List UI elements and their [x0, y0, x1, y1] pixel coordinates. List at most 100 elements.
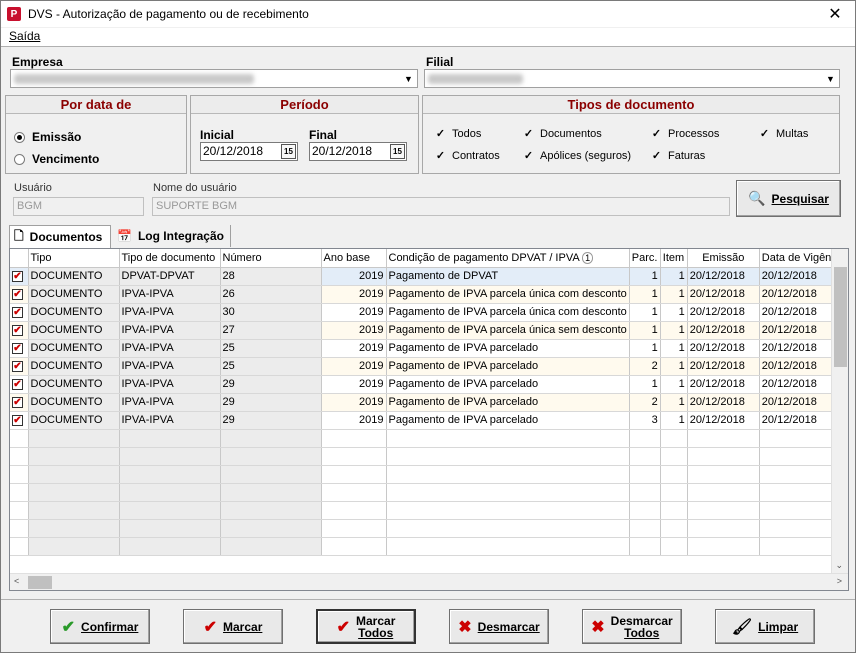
- row-checkbox-cell[interactable]: ✔: [10, 321, 29, 340]
- marcar-button[interactable]: ✔ Marcar: [183, 609, 283, 644]
- table-row[interactable]: ✔ DOCUMENTO IPVA-IPVA 27 2019 Pagamento de IP…: [10, 321, 835, 340]
- cell-condicao: Pagamento de IPVA parcelado: [386, 375, 630, 394]
- empty-cell: [119, 537, 221, 556]
- row-checkbox[interactable]: ✔: [12, 379, 23, 390]
- divider: [1, 599, 855, 600]
- tab-documentos-label: Documentos: [29, 230, 103, 244]
- row-checkbox[interactable]: ✔: [12, 271, 23, 282]
- empty-cell: [386, 537, 630, 556]
- tab-log-integracao[interactable]: 📅 Log Integração: [113, 225, 231, 247]
- row-checkbox[interactable]: ✔: [12, 361, 23, 372]
- table-row[interactable]: ✔ DOCUMENTO DPVAT-DPVAT 28 2019 Pagamento de …: [10, 267, 835, 286]
- col-numero[interactable]: Número: [220, 249, 322, 268]
- table-row[interactable]: ✔ DOCUMENTO IPVA-IPVA 25 2019 Pagamento de IP…: [10, 339, 835, 358]
- cell-numero: 25: [220, 357, 322, 376]
- check-icon: ✔: [203, 618, 218, 636]
- col-data-vigencia[interactable]: Data de Vigên: [759, 249, 835, 268]
- row-checkbox[interactable]: ✔: [12, 343, 23, 354]
- calendar-icon[interactable]: 15: [390, 144, 405, 159]
- final-date-input[interactable]: 20/12/2018 15: [309, 142, 407, 161]
- filial-select[interactable]: ▼: [424, 69, 840, 88]
- empty-cell: [119, 501, 221, 520]
- radio-emissao[interactable]: Emissão: [14, 130, 81, 144]
- empty-cell: [220, 483, 322, 502]
- vertical-scrollbar[interactable]: [831, 249, 848, 573]
- horizontal-scrollbar[interactable]: < >: [10, 573, 848, 590]
- calendar-icon[interactable]: 15: [281, 144, 296, 159]
- scroll-thumb[interactable]: [834, 267, 847, 367]
- pesquisar-button[interactable]: 🔍 Pesquisar: [736, 180, 841, 217]
- row-checkbox-cell[interactable]: ✔: [10, 411, 29, 430]
- documents-grid[interactable]: Tipo Tipo de documento Número Ano base C…: [9, 248, 849, 591]
- cell-parc: 1: [629, 303, 661, 322]
- row-checkbox-cell[interactable]: ✔: [10, 285, 29, 304]
- table-row[interactable]: ✔ DOCUMENTO IPVA-IPVA 29 2019 Pagamento de IP…: [10, 393, 835, 412]
- cell-data-vigencia: 20/12/2018: [759, 357, 835, 376]
- table-row[interactable]: ✔ DOCUMENTO IPVA-IPVA 25 2019 Pagamento de IP…: [10, 357, 835, 376]
- row-checkbox-cell[interactable]: ✔: [10, 357, 29, 376]
- table-row[interactable]: ✔ DOCUMENTO IPVA-IPVA 30 2019 Pagamento de IP…: [10, 303, 835, 322]
- limpar-button[interactable]: 🖌 Limpar: [715, 609, 815, 644]
- confirmar-button[interactable]: ✔ Confirmar: [50, 609, 150, 644]
- row-checkbox-cell[interactable]: ✔: [10, 303, 29, 322]
- table-row[interactable]: ✔ DOCUMENTO IPVA-IPVA 26 2019 Pagamento de IP…: [10, 285, 835, 304]
- close-icon[interactable]: ✕: [825, 4, 845, 24]
- grid-header-row: Tipo Tipo de documento Número Ano base C…: [10, 249, 835, 268]
- col-tipo-documento[interactable]: Tipo de documento: [119, 249, 221, 268]
- row-checkbox-cell[interactable]: ✔: [10, 339, 29, 358]
- desmarcar-todos-button[interactable]: ✖ Desmarcar Todos: [582, 609, 682, 644]
- empty-cell: [687, 519, 760, 538]
- checkbox-apolices[interactable]: ✓ Apólices (seguros): [523, 150, 631, 162]
- checkbox-processos[interactable]: ✓ Processos: [651, 128, 719, 140]
- col-condicao[interactable]: Condição de pagamento DPVAT / IPVA 1: [386, 249, 630, 268]
- desmarcar-button[interactable]: ✖ Desmarcar: [449, 609, 549, 644]
- empty-cell: [386, 447, 630, 466]
- chevron-down-icon[interactable]: ▼: [823, 71, 838, 86]
- cell-emissao: 20/12/2018: [687, 285, 760, 304]
- row-checkbox-cell[interactable]: ✔: [10, 267, 29, 286]
- periodo-panel: Período Inicial 20/12/2018 15 Final 20/1…: [190, 95, 419, 174]
- desmarcar-todos-line2: Todos: [624, 625, 660, 640]
- empty-cell: [660, 537, 688, 556]
- checkbox-faturas[interactable]: ✓ Faturas: [651, 150, 705, 162]
- cell-tipo-documento: IPVA-IPVA: [119, 321, 221, 340]
- menu-saida[interactable]: Saída: [9, 29, 40, 43]
- chevron-down-icon[interactable]: ▼: [401, 71, 416, 86]
- tab-documentos[interactable]: 🗋 Documentos: [9, 225, 111, 248]
- marcar-todos-button[interactable]: ✔ Marcar Todos: [316, 609, 416, 644]
- empresa-select[interactable]: ▼: [10, 69, 418, 88]
- col-parc[interactable]: Parc.: [629, 249, 661, 268]
- scroll-thumb[interactable]: [28, 576, 52, 589]
- cell-emissao: 20/12/2018: [687, 357, 760, 376]
- scroll-right-icon[interactable]: >: [837, 576, 842, 586]
- checkbox-multas[interactable]: ✓ Multas: [759, 128, 809, 140]
- table-row[interactable]: ✔ DOCUMENTO IPVA-IPVA 29 2019 Pagamento de IP…: [10, 375, 835, 394]
- cell-tipo: DOCUMENTO: [28, 339, 120, 358]
- empty-cell: [28, 447, 120, 466]
- row-checkbox[interactable]: ✔: [12, 325, 23, 336]
- empty-cell: [220, 447, 322, 466]
- checkbox-documentos[interactable]: ✓ Documentos: [523, 128, 602, 140]
- col-ano-base[interactable]: Ano base: [321, 249, 387, 268]
- col-emissao[interactable]: Emissão: [687, 249, 760, 268]
- checkbox-contratos[interactable]: ✓ Contratos: [435, 150, 500, 162]
- checkbox-todos[interactable]: ✓ Todos: [435, 128, 481, 140]
- cell-data-vigencia: 20/12/2018: [759, 339, 835, 358]
- row-checkbox[interactable]: ✔: [12, 397, 23, 408]
- inicial-date-input[interactable]: 20/12/2018 15: [200, 142, 298, 161]
- row-checkbox-cell[interactable]: ✔: [10, 393, 29, 412]
- window-title: DVS - Autorização de pagamento ou de rec…: [28, 7, 309, 21]
- cell-tipo: DOCUMENTO: [28, 303, 120, 322]
- row-checkbox[interactable]: ✔: [12, 307, 23, 318]
- empty-cell: [220, 501, 322, 520]
- empty-cell: [759, 465, 835, 484]
- row-checkbox-cell[interactable]: ✔: [10, 375, 29, 394]
- scroll-down-icon[interactable]: ⌄: [835, 560, 843, 571]
- row-checkbox[interactable]: ✔: [12, 289, 23, 300]
- col-item[interactable]: Item: [660, 249, 688, 268]
- col-tipo[interactable]: Tipo: [28, 249, 120, 268]
- table-row[interactable]: ✔ DOCUMENTO IPVA-IPVA 29 2019 Pagamento de IP…: [10, 411, 835, 430]
- row-checkbox[interactable]: ✔: [12, 415, 23, 426]
- scroll-left-icon[interactable]: <: [14, 576, 19, 586]
- radio-vencimento[interactable]: Vencimento: [14, 152, 99, 166]
